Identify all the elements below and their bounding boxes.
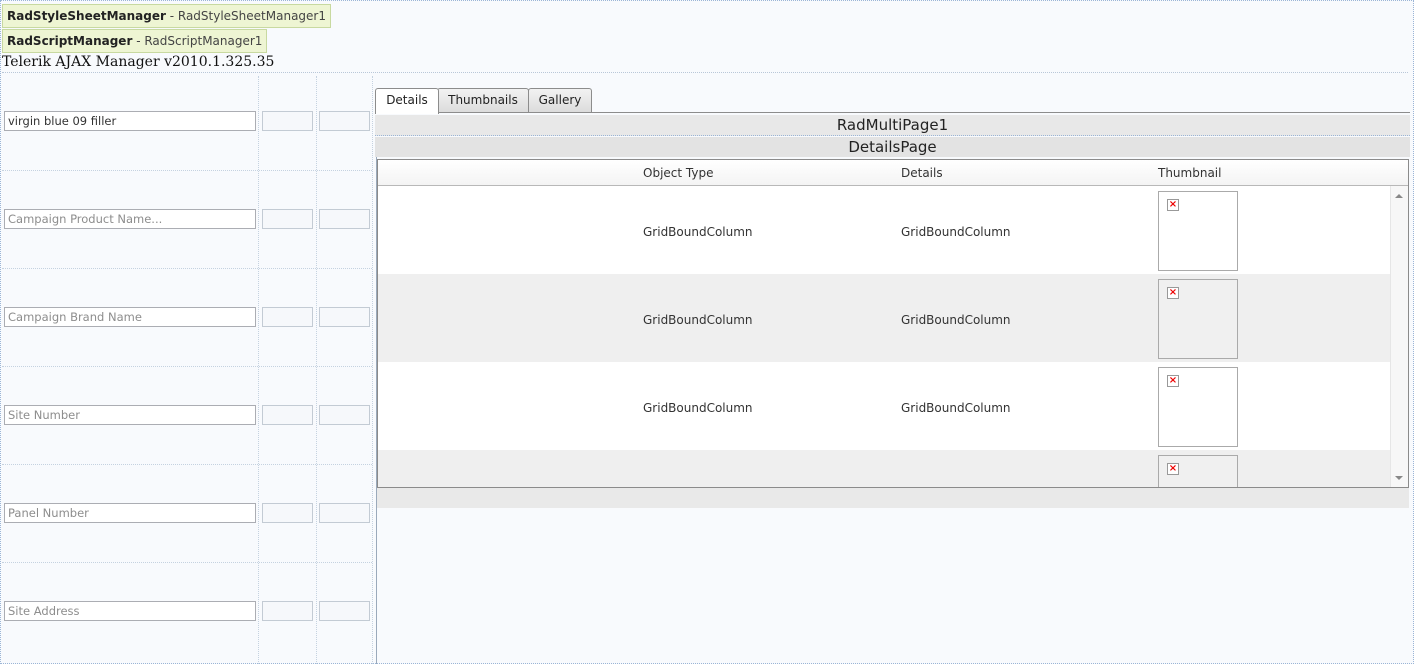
auxiliary-input[interactable]: [262, 209, 313, 229]
auxiliary-input[interactable]: [262, 601, 313, 621]
pageview-title: DetailsPage: [375, 137, 1410, 157]
auxiliary-input[interactable]: [319, 405, 370, 425]
form-row-divider: [2, 268, 372, 269]
tab-label: Details: [386, 93, 428, 107]
site-address-input[interactable]: [4, 601, 256, 621]
campaign-brand-name-input[interactable]: [4, 307, 256, 327]
thumbnail-image[interactable]: ×: [1158, 367, 1238, 447]
column-header-thumbnail[interactable]: Thumbnail: [1158, 166, 1221, 180]
form-row-divider: [2, 170, 372, 171]
auxiliary-input[interactable]: [262, 307, 313, 327]
details-grid: Object Type Details Thumbnail GridBoundC…: [377, 159, 1409, 488]
form-row-divider: [2, 464, 372, 465]
table-row[interactable]: ×: [378, 450, 1390, 487]
stylesheet-manager-type: RadStyleSheetManager: [7, 9, 166, 23]
form-column-divider: [372, 76, 373, 664]
ajax-manager-label: Telerik AJAX Manager v2010.1.325.35: [2, 54, 1408, 73]
stylesheet-manager-separator: -: [165, 9, 178, 23]
auxiliary-input[interactable]: [319, 209, 370, 229]
grid-scrollbar[interactable]: [1390, 186, 1408, 487]
form-column-divider: [316, 76, 317, 664]
details-cell: GridBoundColumn: [901, 401, 1011, 415]
scroll-up-arrow-icon[interactable]: [1395, 194, 1403, 198]
auxiliary-input[interactable]: [319, 307, 370, 327]
column-header-object-type[interactable]: Object Type: [643, 166, 713, 180]
object-type-cell: GridBoundColumn: [643, 401, 753, 415]
thumbnail-image[interactable]: ×: [1158, 279, 1238, 359]
panel-number-input[interactable]: [4, 503, 256, 523]
script-manager-tag[interactable]: RadScriptManager - RadScriptManager1: [2, 29, 268, 53]
stylesheet-manager-tag[interactable]: RadStyleSheetManager - RadStyleSheetMana…: [2, 4, 331, 28]
grid-rows: GridBoundColumn GridBoundColumn × GridBo…: [378, 186, 1390, 487]
grid-header: Object Type Details Thumbnail: [378, 160, 1408, 186]
site-number-input[interactable]: [4, 405, 256, 425]
auxiliary-input[interactable]: [262, 503, 313, 523]
broken-image-icon: ×: [1167, 375, 1179, 387]
auxiliary-input[interactable]: [262, 405, 313, 425]
script-manager-separator: -: [132, 34, 145, 48]
tab-gallery[interactable]: Gallery: [528, 88, 592, 112]
campaign-name-input[interactable]: [4, 111, 256, 131]
tabstrip-baseline: [375, 112, 1410, 113]
campaign-product-name-input[interactable]: [4, 209, 256, 229]
script-manager-type: RadScriptManager: [7, 34, 133, 48]
stylesheet-manager-id: RadStyleSheetManager1: [177, 9, 326, 23]
object-type-cell: GridBoundColumn: [643, 225, 753, 239]
tab-label: Gallery: [538, 93, 582, 107]
object-type-cell: GridBoundColumn: [643, 313, 753, 327]
column-header-details[interactable]: Details: [901, 166, 943, 180]
broken-image-icon: ×: [1167, 463, 1179, 475]
grid-footer: [377, 488, 1409, 508]
details-cell: GridBoundColumn: [901, 225, 1011, 239]
broken-image-icon: ×: [1167, 287, 1179, 299]
tab-label: Thumbnails: [448, 93, 518, 107]
form-row-divider: [2, 366, 372, 367]
form-column-divider: [258, 76, 259, 664]
table-row[interactable]: GridBoundColumn GridBoundColumn ×: [378, 362, 1390, 450]
auxiliary-input[interactable]: [319, 111, 370, 131]
thumbnail-image[interactable]: ×: [1158, 191, 1238, 271]
table-row[interactable]: GridBoundColumn GridBoundColumn ×: [378, 186, 1390, 274]
thumbnail-image[interactable]: ×: [1158, 455, 1238, 487]
multipage-title: RadMultiPage1: [375, 115, 1410, 136]
scroll-down-arrow-icon[interactable]: [1395, 476, 1403, 480]
broken-image-icon: ×: [1167, 199, 1179, 211]
form-row-divider: [2, 562, 372, 563]
auxiliary-input[interactable]: [262, 111, 313, 131]
details-cell: GridBoundColumn: [901, 313, 1011, 327]
script-manager-id: RadScriptManager1: [144, 34, 263, 48]
tab-details[interactable]: Details: [375, 88, 439, 114]
auxiliary-input[interactable]: [319, 601, 370, 621]
auxiliary-input[interactable]: [319, 503, 370, 523]
tab-thumbnails[interactable]: Thumbnails: [437, 88, 529, 112]
table-row[interactable]: GridBoundColumn GridBoundColumn ×: [378, 274, 1390, 362]
